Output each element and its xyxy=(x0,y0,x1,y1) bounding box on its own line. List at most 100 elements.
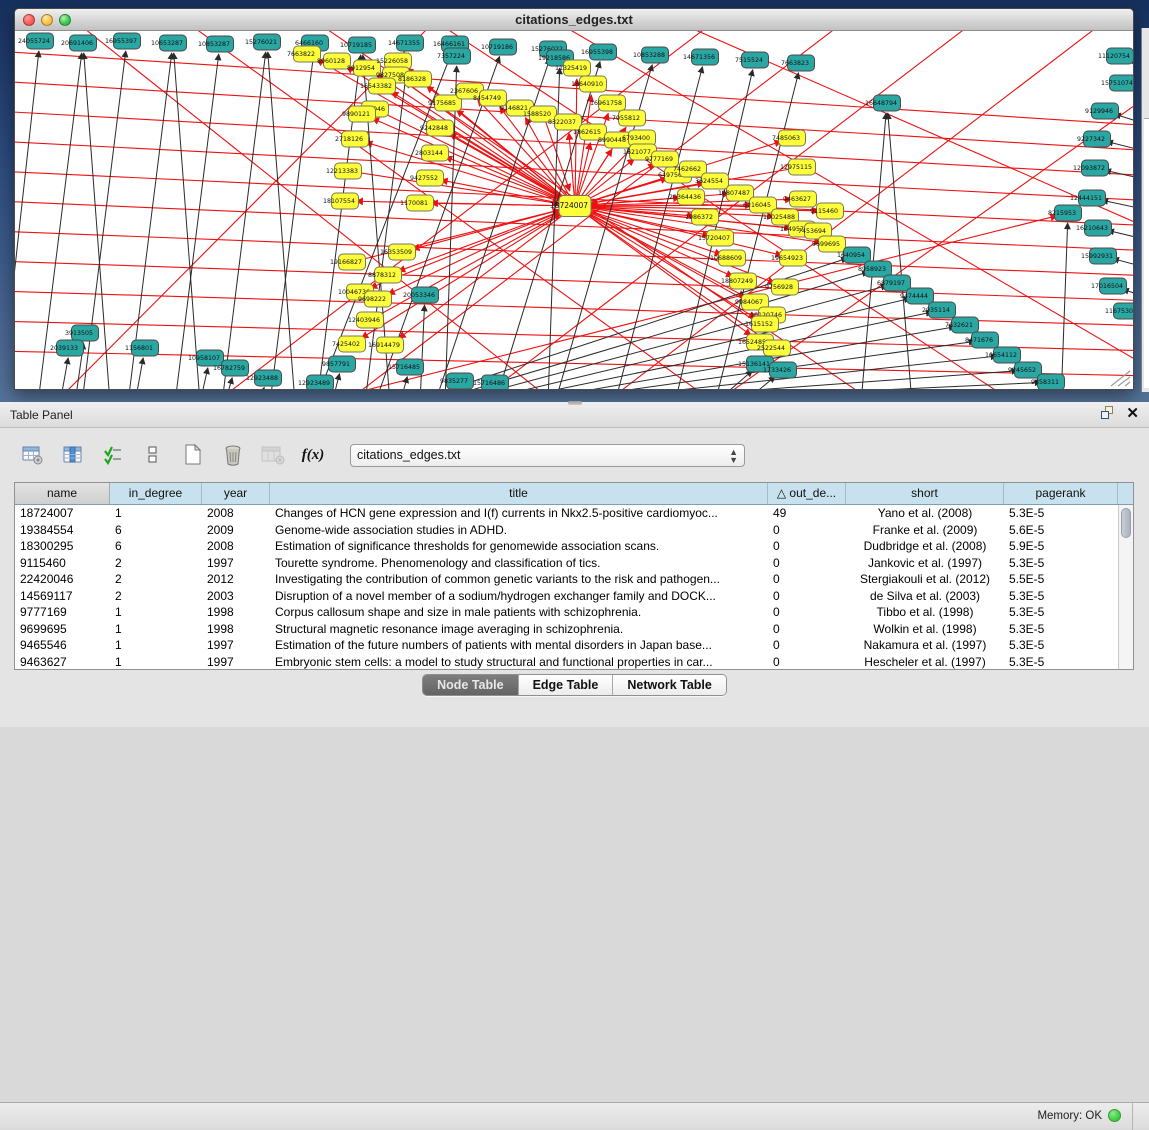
graph-node-teal[interactable]: 10958107 xyxy=(188,350,224,366)
graph-node-teal[interactable]: 9227342 xyxy=(1077,131,1111,147)
graph-node-teal[interactable]: 10853288 xyxy=(633,47,669,63)
graph-node-teal[interactable]: 10853287 xyxy=(198,36,234,52)
table-row[interactable]: 1938455462009Genome-wide association stu… xyxy=(15,522,1133,539)
column-header-short[interactable]: short xyxy=(846,483,1004,504)
close-panel-icon[interactable]: ✕ xyxy=(1126,406,1139,421)
graph-node-teal[interactable]: 15992931 xyxy=(1081,248,1117,264)
float-panel-icon[interactable] xyxy=(1101,406,1116,421)
graph-node-label: 20364436 xyxy=(669,194,701,201)
graph-node-teal[interactable]: 9129946 xyxy=(1085,103,1119,119)
table-vertical-scrollbar[interactable] xyxy=(1118,505,1133,669)
graph-node-yellow[interactable]: 15720407 xyxy=(698,230,734,246)
graph-node-teal[interactable]: 15716486 xyxy=(473,375,509,389)
table-tab-bar: Node TableEdge TableNetwork Table xyxy=(0,670,1149,700)
graph-node-teal[interactable]: 10719186 xyxy=(481,39,517,55)
row-height-icon[interactable] xyxy=(140,442,166,468)
graph-node-label: 16353509 xyxy=(380,249,412,256)
table-row[interactable]: 911546021997Tourette syndrome. Phenomeno… xyxy=(15,555,1133,572)
network-window-titlebar[interactable]: citations_edges.txt xyxy=(15,9,1133,31)
graph-node-label: 16955398 xyxy=(581,49,613,56)
graph-node-teal[interactable]: 10654112 xyxy=(985,347,1021,363)
graph-node-teal[interactable]: 14671355 xyxy=(388,35,424,51)
tab-edge-table[interactable]: Edge Table xyxy=(519,675,614,695)
graph-node-teal[interactable]: 9835277 xyxy=(440,373,474,389)
table-row[interactable]: 946554611997Estimation of the future num… xyxy=(15,637,1133,654)
graph-node-yellow[interactable]: 19654923 xyxy=(771,250,807,266)
graph-node-teal[interactable]: 17016504 xyxy=(1091,278,1127,294)
graph-node-teal[interactable]: 12923489 xyxy=(298,375,334,389)
graph-node-teal[interactable]: 24055724 xyxy=(18,33,54,49)
graph-node-teal[interactable]: 12444151 xyxy=(1070,190,1106,206)
graph-node-teal[interactable]: 7663823 xyxy=(781,55,815,71)
graph-node-yellow[interactable]: 8878312 xyxy=(368,267,402,283)
graph-node-teal[interactable]: 12923488 xyxy=(246,370,282,386)
create-table-icon[interactable] xyxy=(180,442,206,468)
graph-node-teal[interactable]: 3913505 xyxy=(65,325,99,341)
graph-node-label: 3624554 xyxy=(695,178,723,185)
table-selector-dropdown[interactable]: citations_edges.txt ▲▼ xyxy=(350,444,745,467)
graph-node-teal[interactable]: 10653287 xyxy=(151,35,187,51)
graph-node-teal[interactable]: 20053346 xyxy=(403,287,439,303)
graph-node-teal[interactable]: 15276021 xyxy=(245,34,281,50)
graph-node-yellow[interactable]: 12213383 xyxy=(326,163,362,179)
scrollbar-thumb[interactable] xyxy=(1121,508,1131,538)
show-column-icon[interactable] xyxy=(60,442,86,468)
graph-node-teal[interactable]: 10719185 xyxy=(340,37,376,53)
graph-node-yellow[interactable]: 9427552 xyxy=(410,170,444,186)
column-header-pagerank[interactable]: pagerank xyxy=(1004,483,1118,504)
graph-node-teal[interactable]: 16648794 xyxy=(865,95,901,111)
graph-node-yellow[interactable]: 18107554 xyxy=(323,193,359,209)
graph-node-teal[interactable]: 7515524 xyxy=(735,52,769,68)
table-row[interactable]: 969969511998Structural magnetic resonanc… xyxy=(15,621,1133,638)
table-row[interactable]: 1830029562008Estimation of significance … xyxy=(15,538,1133,555)
tab-node-table[interactable]: Node Table xyxy=(423,675,518,695)
column-header-out_de[interactable]: △ out_de... xyxy=(768,483,846,504)
graph-node-teal[interactable]: 2039133 xyxy=(50,340,84,356)
column-header-in_degree[interactable]: in_degree xyxy=(110,483,202,504)
table-settings-icon[interactable] xyxy=(20,442,46,468)
panel-resize-handle[interactable] xyxy=(568,401,582,405)
graph-node-yellow[interactable]: 16961758 xyxy=(590,95,626,111)
graph-node-yellow[interactable]: 2718126 xyxy=(335,131,369,147)
network-window[interactable]: citations_edges.txt 18724007240557242069… xyxy=(14,8,1134,390)
graph-node-teal[interactable]: 12093872 xyxy=(1073,160,1109,176)
network-canvas[interactable]: 1872400724055724206914061695539710653287… xyxy=(15,31,1133,389)
graph-node-teal[interactable]: 8215953 xyxy=(1048,205,1082,221)
graph-node-yellow[interactable]: 12975115 xyxy=(780,159,816,175)
graph-node-teal[interactable]: 9245652 xyxy=(1008,362,1042,378)
select-columns-icon[interactable] xyxy=(100,442,126,468)
graph-node-yellow[interactable]: 7955812 xyxy=(612,110,646,126)
memory-status[interactable]: Memory: OK xyxy=(1037,1109,1121,1122)
function-builder-icon[interactable]: f(x) xyxy=(300,442,326,468)
column-header-name[interactable]: name xyxy=(15,483,110,504)
graph-node-teal[interactable]: 11675301 xyxy=(1105,303,1133,319)
graph-node-teal[interactable]: 15716485 xyxy=(388,359,424,375)
graph-node-teal[interactable]: 11120754 xyxy=(1098,48,1133,64)
graph-node-yellow[interactable]: 8960128 xyxy=(317,53,351,69)
graph-node-yellow[interactable]: 7425402 xyxy=(332,336,366,352)
graph-node-yellow[interactable]: 12403946 xyxy=(348,312,384,328)
column-header-title[interactable]: title xyxy=(270,483,768,504)
graph-node-teal[interactable]: 8471676 xyxy=(965,332,999,348)
graph-node-teal[interactable]: 20691406 xyxy=(61,35,97,51)
graph-node-teal[interactable]: 14671356 xyxy=(683,49,719,65)
graph-node-yellow[interactable]: 1170081 xyxy=(400,195,434,211)
graph-node-teal[interactable]: 16955398 xyxy=(581,44,617,60)
window-resize-grip[interactable] xyxy=(1105,369,1131,387)
table-row[interactable]: 2242004622012Investigating the contribut… xyxy=(15,571,1133,588)
graph-node-yellow[interactable]: 9175685 xyxy=(428,95,462,111)
graph-node-yellow[interactable]: 7485063 xyxy=(772,130,806,146)
tab-network-table[interactable]: Network Table xyxy=(613,675,726,695)
table-row[interactable]: 1456911722003Disruption of a novel membe… xyxy=(15,588,1133,605)
delete-table-icon[interactable] xyxy=(220,442,246,468)
graph-node-yellow[interactable]: 9890121 xyxy=(342,106,376,122)
graph-node-yellow[interactable]: 9463627 xyxy=(783,191,817,207)
table-row[interactable]: 1872400712008Changes of HCN gene express… xyxy=(15,505,1133,522)
graph-node-yellow[interactable]: 7663822 xyxy=(287,46,321,62)
graph-node-teal[interactable]: 16955397 xyxy=(105,33,141,49)
column-header-year[interactable]: year xyxy=(202,483,270,504)
table-row[interactable]: 946362711997Embryonic stem cells: a mode… xyxy=(15,654,1133,670)
graph-node-teal[interactable]: 15751074 xyxy=(1101,75,1133,91)
graph-edge xyxy=(270,53,314,389)
table-row[interactable]: 977716911998Corpus callosum shape and si… xyxy=(15,604,1133,621)
